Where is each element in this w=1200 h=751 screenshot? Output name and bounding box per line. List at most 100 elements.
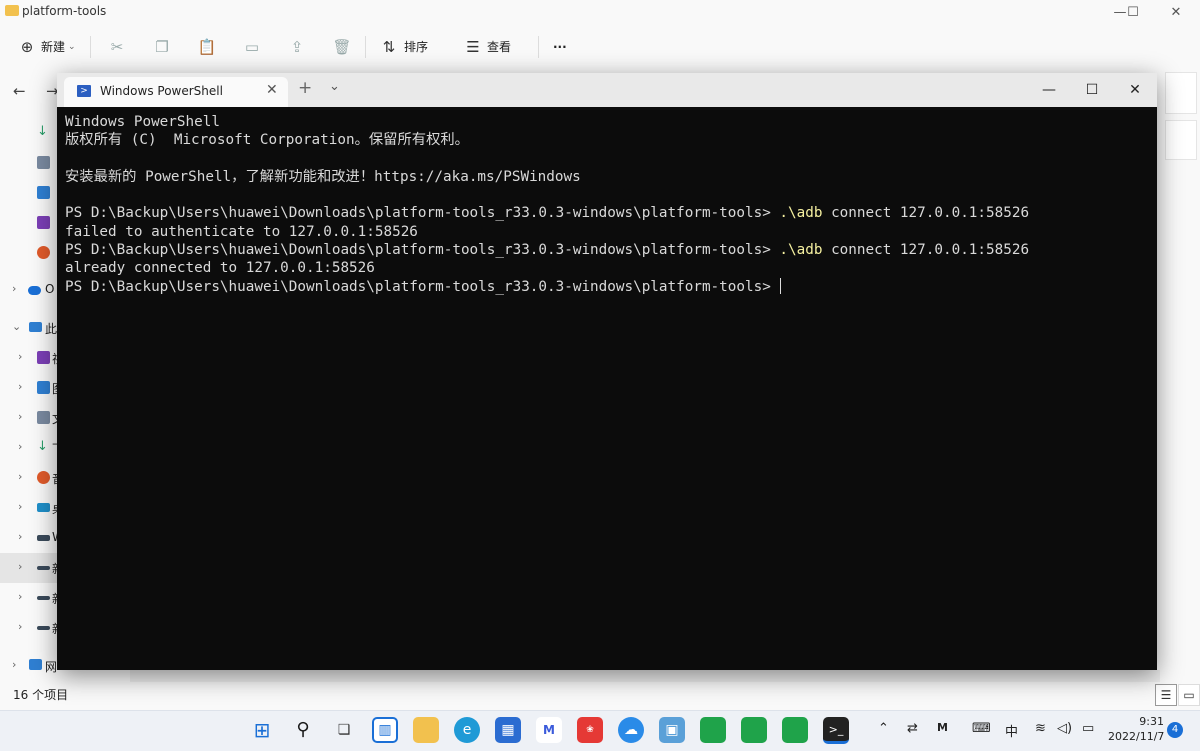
clock[interactable]: 9:31 2022/11/7 <box>1108 714 1164 744</box>
copy-icon[interactable]: ❐ <box>151 36 173 58</box>
sidebar-item[interactable]: › 视 <box>0 343 64 373</box>
folder-icon <box>5 5 19 16</box>
app-m-icon[interactable]: M <box>536 717 562 743</box>
terminal-tab[interactable]: > Windows PowerShell ✕ <box>64 77 288 107</box>
sidebar-label: O <box>45 282 55 296</box>
minimize-button[interactable]: — <box>1026 77 1072 103</box>
cut-icon[interactable]: ✂ <box>106 36 128 58</box>
sort-icon: ⇅ <box>382 38 396 56</box>
chevron-up-icon[interactable]: ⌃ <box>878 721 889 736</box>
sidebar-quick-videos[interactable] <box>0 208 58 238</box>
sidebar-item[interactable]: › W <box>0 523 64 553</box>
sidebar-label: 此 <box>45 322 58 336</box>
drive-icon <box>37 535 50 541</box>
new-button[interactable]: 新建 <box>41 36 65 58</box>
more-button[interactable]: ··· <box>553 36 567 58</box>
item-count: 16 个项目 <box>13 688 69 702</box>
notification-badge[interactable]: 4 <box>1167 722 1183 738</box>
sidebar-item[interactable]: › 新 <box>0 553 64 583</box>
settings-toggle-icon[interactable]: ⇄ <box>907 721 918 736</box>
document-icon <box>37 411 50 424</box>
sidebar-item[interactable]: › 新 <box>0 613 64 643</box>
green-app-icon-2[interactable] <box>741 717 767 743</box>
sidebar-item[interactable]: › ↓ 下 <box>0 433 64 463</box>
sidebar-network[interactable]: › 网 <box>0 651 58 681</box>
maximize-button[interactable]: ☐ <box>1069 77 1115 103</box>
volume-icon[interactable]: ◁) <box>1057 721 1072 736</box>
terminal-output[interactable]: Windows PowerShell 版权所有 (C) Microsoft Cor… <box>65 113 1149 666</box>
chevron-right-icon: › <box>12 658 17 671</box>
view-button[interactable]: 查看 <box>487 36 511 58</box>
battery-icon[interactable]: ▭ <box>1082 721 1094 736</box>
sidebar-thispc[interactable]: ⌄ 此 <box>0 313 58 343</box>
chevron-down-icon: ⌄ <box>68 42 76 52</box>
sidebar-quick-downloads[interactable]: ↓ <box>0 118 58 148</box>
delete-icon[interactable]: 🗑 <box>331 36 353 58</box>
command-args: connect 127.0.0.1:58526 <box>822 242 1030 259</box>
wifi-icon[interactable]: ≋ <box>1035 721 1046 736</box>
close-button[interactable]: ✕ <box>1112 77 1158 103</box>
network-icon <box>29 659 42 670</box>
green-app-icon-1[interactable] <box>700 717 726 743</box>
terminal-tab-bar: > Windows PowerShell ✕ + ⌄ — ☐ ✕ <box>57 73 1157 107</box>
divider <box>365 36 366 58</box>
sidebar-item[interactable]: › 音 <box>0 463 64 493</box>
sidebar-item[interactable]: › 桌 <box>0 493 64 523</box>
picture-icon <box>37 381 50 394</box>
tiles-view-icon[interactable]: ▭ <box>1178 684 1200 706</box>
sidebar-quick-documents[interactable] <box>0 148 58 178</box>
sort-button[interactable]: 排序 <box>404 36 428 58</box>
chevron-right-icon: › <box>18 440 23 453</box>
explorer-nav: ← → <box>0 72 60 112</box>
prompt: PS D:\Backup\Users\huawei\Downloads\plat… <box>65 278 780 295</box>
back-arrow-icon[interactable]: ← <box>13 82 26 100</box>
share-icon[interactable]: ⇪ <box>286 36 308 58</box>
terminal-line: failed to authenticate to 127.0.0.1:5852… <box>65 223 418 240</box>
file-explorer-icon[interactable] <box>413 717 439 743</box>
desktop-icon <box>37 503 50 512</box>
sidebar-item[interactable]: › 图 <box>0 373 64 403</box>
terminal-app-icon[interactable]: >_ <box>823 717 849 744</box>
sidebar-item[interactable]: › 文 <box>0 403 64 433</box>
keyboard-icon[interactable]: ⌨ <box>972 721 991 736</box>
rename-icon[interactable]: ▭ <box>241 36 263 58</box>
divider <box>90 36 91 58</box>
search-icon[interactable]: ⚲ <box>290 717 316 743</box>
music-icon <box>37 471 50 484</box>
horizontal-scrollbar[interactable] <box>130 670 1160 682</box>
ime-indicator[interactable]: 中 <box>1005 721 1018 740</box>
paste-icon[interactable]: 📋 <box>196 36 218 58</box>
computer-icon <box>29 322 42 332</box>
screen-app-icon[interactable]: ▣ <box>659 717 685 743</box>
task-view-icon[interactable]: ❏ <box>331 717 357 743</box>
sidebar-quick-music[interactable] <box>0 238 58 268</box>
sidebar-item[interactable]: › 新 <box>0 583 64 613</box>
sidebar-quick-pictures[interactable] <box>0 178 58 208</box>
green-app-icon-3[interactable] <box>782 717 808 743</box>
chevron-down-icon: ⌄ <box>12 320 22 333</box>
drive-icon <box>37 566 50 570</box>
details-view-icon[interactable]: ☰ <box>1155 684 1177 706</box>
edge-icon[interactable]: e <box>454 717 480 743</box>
new-tab-button[interactable]: + <box>298 78 312 98</box>
huawei-icon[interactable]: ❀ <box>577 717 603 743</box>
terminal-command-line: PS D:\Backup\Users\huawei\Downloads\plat… <box>65 204 1149 222</box>
terminal-input-line[interactable]: PS D:\Backup\Users\huawei\Downloads\plat… <box>65 277 1149 296</box>
chevron-right-icon: › <box>18 500 23 513</box>
snap-icon[interactable]: ▥ <box>372 717 398 743</box>
app-m-tray-icon[interactable]: M <box>937 721 948 734</box>
chevron-right-icon: › <box>18 620 23 633</box>
command-exe: .\adb <box>779 205 823 222</box>
chevron-down-icon[interactable]: ⌄ <box>329 79 340 94</box>
explorer-maximize-button[interactable]: ☐ <box>1113 2 1153 24</box>
terminal-line: Windows PowerShell <box>65 114 220 130</box>
explorer-close-button[interactable]: ✕ <box>1156 2 1196 24</box>
clock-date: 2022/11/7 <box>1108 730 1165 743</box>
sidebar-onedrive[interactable]: › O <box>0 275 58 305</box>
text-cursor <box>780 277 782 294</box>
store-icon[interactable]: ▦ <box>495 717 521 743</box>
start-icon[interactable]: ⊞ <box>249 717 275 743</box>
close-tab-icon[interactable]: ✕ <box>266 82 278 98</box>
cloud-app-icon[interactable]: ☁ <box>618 717 644 743</box>
